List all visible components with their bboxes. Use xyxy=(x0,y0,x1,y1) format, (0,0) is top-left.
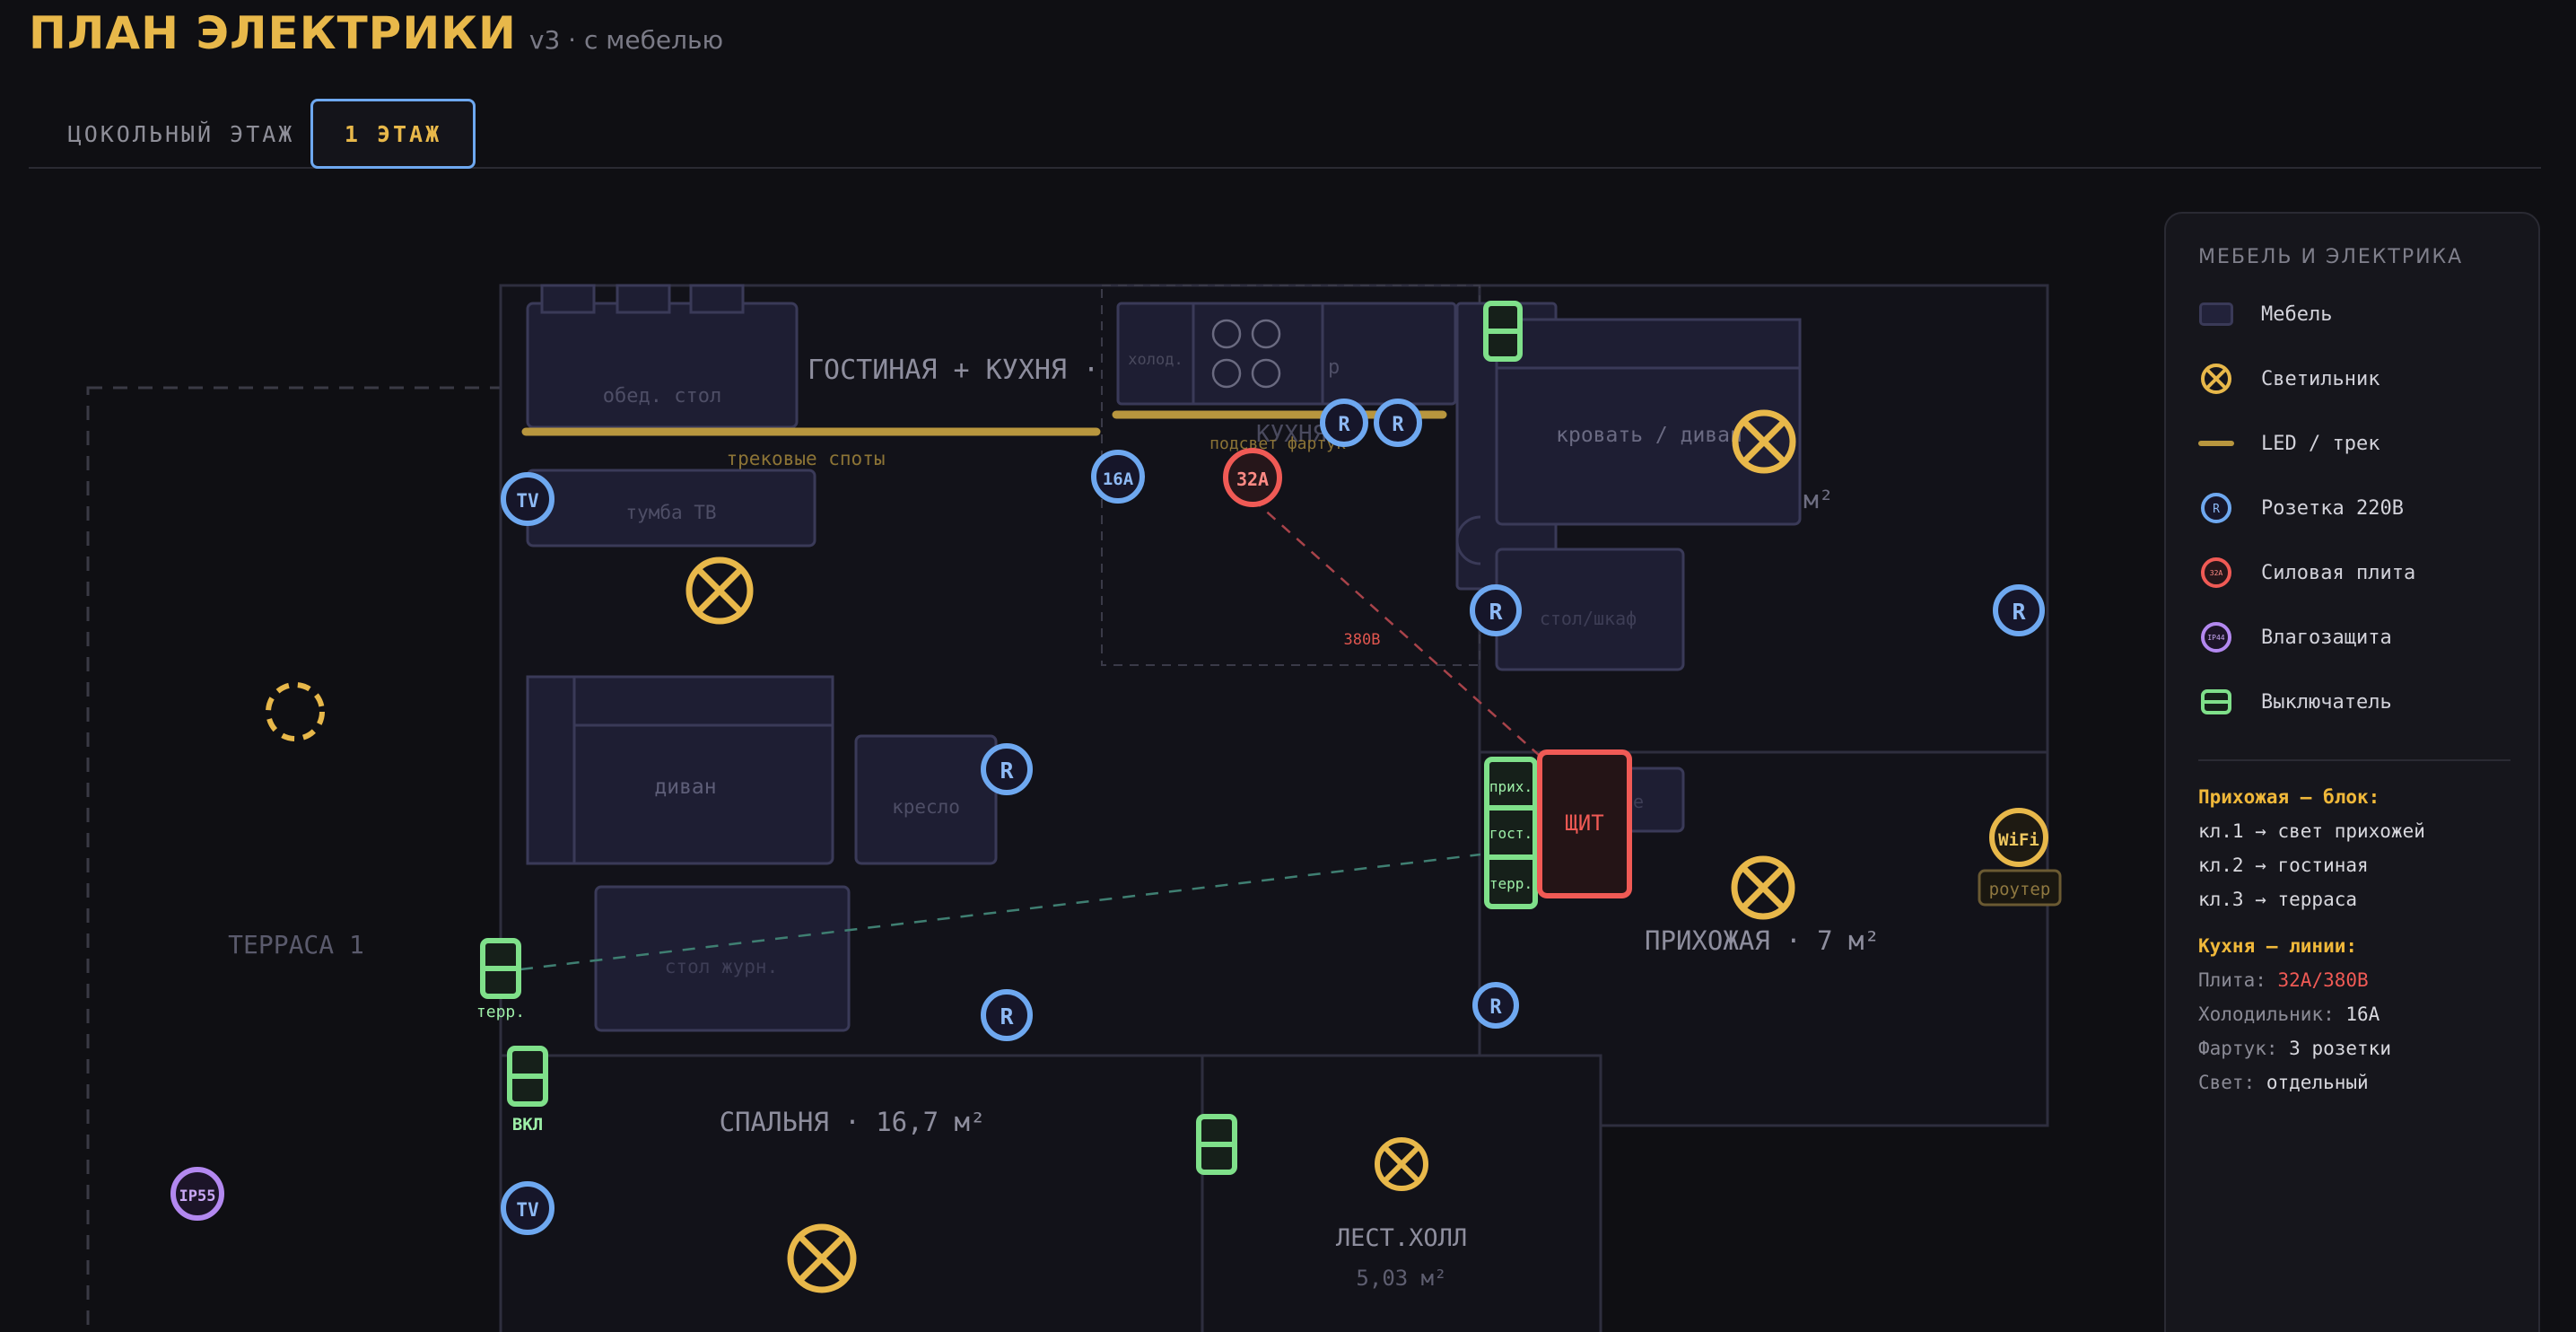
svg-text:R: R xyxy=(1000,758,1014,784)
stove-socket-icon: 32A xyxy=(1223,448,1282,507)
room-label-right-area: м² xyxy=(1803,485,1834,514)
svg-text:WiFi: WiFi xyxy=(1998,830,2039,850)
legend-panel: МЕБЕЛЬ И ЭЛЕКТРИКА Мебель Светильник LED… xyxy=(2164,212,2540,1332)
legend-item-socket: R Розетка 220В xyxy=(2198,490,2521,526)
sofa-back xyxy=(572,675,834,727)
svg-text:TV: TV xyxy=(516,490,539,512)
hall-block-line: кл.2 → гостиная xyxy=(2198,854,2369,876)
furniture-label-coffee-table: стол журн. xyxy=(665,956,778,977)
furniture-label-dining-table: обед. стол xyxy=(603,385,721,407)
furniture-label-bed: кровать / диван xyxy=(1556,424,1742,447)
svg-text:16A: 16A xyxy=(1103,469,1134,489)
voltage-label: 380В xyxy=(1344,631,1381,649)
furniture-label-kitchen-cabinet: р xyxy=(1328,356,1340,379)
socket-icon: R xyxy=(1470,584,1522,636)
svg-text:IP44: IP44 xyxy=(2207,634,2224,642)
switch-on-label: ВКЛ xyxy=(512,1115,543,1135)
switch-icon xyxy=(480,938,521,999)
hall-switch-key-1: прих. xyxy=(1489,778,1533,795)
room-label-stairs: ЛЕСТ.ХОЛЛ xyxy=(1336,1224,1467,1252)
room-label-terrace: ТЕРРАСА 1 xyxy=(228,930,364,960)
track-spots-label: трековые споты xyxy=(726,448,885,469)
cooktop xyxy=(1192,302,1324,406)
legend-item-furniture: Мебель xyxy=(2198,296,2521,332)
dining-table xyxy=(526,302,799,429)
furniture-label-sofa: диван xyxy=(654,776,716,799)
room-label-hall: ПРИХОЖАЯ · 7 м² xyxy=(1645,925,1880,956)
room-label-living: ГОСТИНАЯ + КУХНЯ · xyxy=(808,355,1099,386)
hall-block-title: Прихожая — блок: xyxy=(2198,786,2380,808)
led-track-icon xyxy=(2198,425,2234,461)
legend-item-moisture: IP44 Влагозащита xyxy=(2198,619,2521,655)
furniture-swatch-icon xyxy=(2198,296,2234,332)
socket-icon: R xyxy=(2198,490,2234,526)
bed-headboard xyxy=(1495,318,1802,370)
room-label-stairs-area: 5,03 м² xyxy=(1356,1266,1446,1291)
kitchen-line-row: Фартук: 3 розетки xyxy=(2198,1038,2391,1059)
socket-icon: TV xyxy=(501,1181,554,1235)
furniture-label-tv-stand: тумба ТВ xyxy=(625,502,716,523)
svg-text:32A: 32A xyxy=(1236,469,1269,490)
room-label-bedroom: СПАЛЬНЯ · 16,7 м² xyxy=(720,1107,986,1137)
dining-chair xyxy=(540,284,596,314)
svg-text:R: R xyxy=(1489,996,1502,1019)
terrace-switch-label: терр. xyxy=(476,1003,525,1021)
legend-divider xyxy=(2198,759,2511,761)
furniture-label-armchair: кресло xyxy=(892,796,960,818)
kitchen-line-row: Холодильник: 16А xyxy=(2198,1003,2380,1025)
svg-text:R: R xyxy=(1392,414,1404,436)
socket-icon: R xyxy=(981,743,1033,795)
kitchen-line-row: Свет: отдельный xyxy=(2198,1072,2369,1093)
switch-icon xyxy=(507,1046,548,1107)
hall-switch-key-3: терр. xyxy=(1489,875,1533,892)
furniture-label-fridge: холод. xyxy=(1128,351,1183,369)
kitchen-lines-title: Кухня — линии: xyxy=(2198,935,2358,957)
svg-text:R: R xyxy=(2012,599,2026,625)
svg-text:32A: 32A xyxy=(2210,569,2223,577)
switch-icon xyxy=(1196,1114,1237,1175)
socket-icon: R xyxy=(1993,584,2045,636)
panel-label: ЩИТ xyxy=(1565,811,1603,836)
hall-switch-key-2: гост. xyxy=(1489,825,1533,842)
kitchen-line-row: Плита: 32А/380В xyxy=(2198,969,2369,991)
legend-title: МЕБЕЛЬ И ЭЛЕКТРИКА xyxy=(2198,246,2464,268)
legend-item-light: Светильник xyxy=(2198,361,2521,397)
legend-item-stove: 32A Силовая плита xyxy=(2198,555,2521,591)
furniture-label-desk: стол/шкаф xyxy=(1540,608,1637,629)
svg-text:R: R xyxy=(1489,599,1503,625)
dining-chair xyxy=(689,284,745,314)
socket-icon: R xyxy=(1472,982,1519,1029)
moisture-icon: IP44 xyxy=(2198,619,2234,655)
light-icon xyxy=(2198,361,2234,397)
hall-block-line: кл.1 → свет прихожей xyxy=(2198,820,2425,842)
terrace-light-icon xyxy=(266,682,325,741)
socket-icon: R xyxy=(981,989,1033,1041)
wifi-router-icon: WiFi xyxy=(1989,808,2048,867)
legend-item-switch: Выключатель xyxy=(2198,684,2521,720)
furniture-label-hall-box: е xyxy=(1633,791,1644,812)
legend-item-led: LED / трек xyxy=(2198,425,2521,461)
svg-text:R: R xyxy=(2213,503,2220,516)
sofa-arm xyxy=(526,675,576,865)
switch-icon xyxy=(1483,301,1523,362)
hall-block-line: кл.3 → терраса xyxy=(2198,889,2358,910)
socket-icon: R xyxy=(1320,399,1368,447)
switch-icon xyxy=(2198,684,2234,720)
svg-text:IP55: IP55 xyxy=(179,1187,216,1205)
socket-icon: TV xyxy=(501,472,554,526)
svg-text:R: R xyxy=(1338,414,1350,436)
svg-text:R: R xyxy=(1000,1003,1014,1030)
router-label: роутер xyxy=(1989,880,2051,899)
floor-plan: ГОСТИНАЯ + КУХНЯ · КУХНЯ м² ПРИХОЖАЯ · 7… xyxy=(86,284,2062,1332)
svg-text:TV: TV xyxy=(516,1199,539,1221)
socket-icon: 16A xyxy=(1091,450,1145,504)
dining-chair xyxy=(616,284,671,314)
socket-icon: R xyxy=(1374,399,1422,447)
terrace-outline xyxy=(86,386,502,1332)
moisture-icon: IP55 xyxy=(170,1167,224,1221)
stove-socket-icon: 32A xyxy=(2198,555,2234,591)
